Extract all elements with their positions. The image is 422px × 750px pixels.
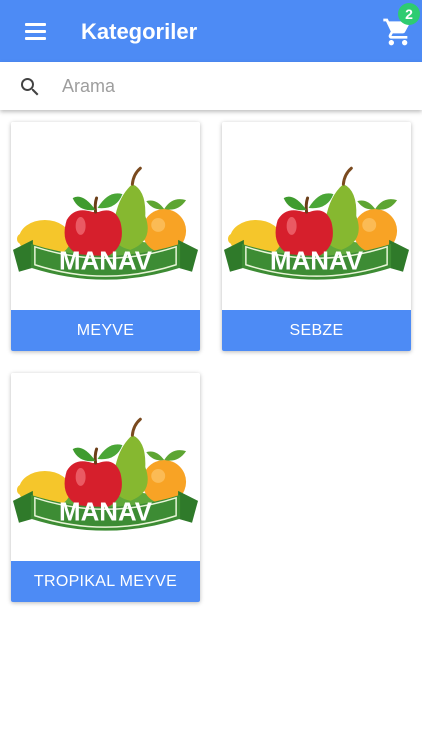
manav-logo: MANAV [11,417,200,533]
manav-logo: MANAV [222,166,411,282]
logo-text: MANAV [59,499,153,527]
category-image: MANAV [11,373,200,561]
category-image: MANAV [222,122,411,310]
manav-logo: MANAV [11,166,200,282]
category-card-meyve[interactable]: MANAV MEYVE [11,122,200,351]
app-bar: Kategoriler 2 [0,0,422,62]
category-label: TROPIKAL MEYVE [11,561,200,602]
cart-count-badge: 2 [398,3,420,25]
category-label: SEBZE [222,310,411,351]
category-image: MANAV [11,122,200,310]
logo-text: MANAV [59,248,153,276]
menu-button[interactable] [18,18,54,46]
search-input[interactable] [62,72,402,100]
category-label: MEYVE [11,310,200,351]
page-title: Kategoriler [81,19,198,44]
search-bar [0,62,422,110]
menu-icon-bar [25,37,46,40]
search-icon [21,78,39,96]
logo-text: MANAV [270,248,364,276]
menu-icon-bar [25,23,46,26]
category-card-sebze[interactable]: MANAV SEBZE [222,122,411,351]
menu-icon-bar [25,30,46,33]
category-card-tropikal-meyve[interactable]: MANAV TROPIKAL MEYVE [11,373,200,602]
